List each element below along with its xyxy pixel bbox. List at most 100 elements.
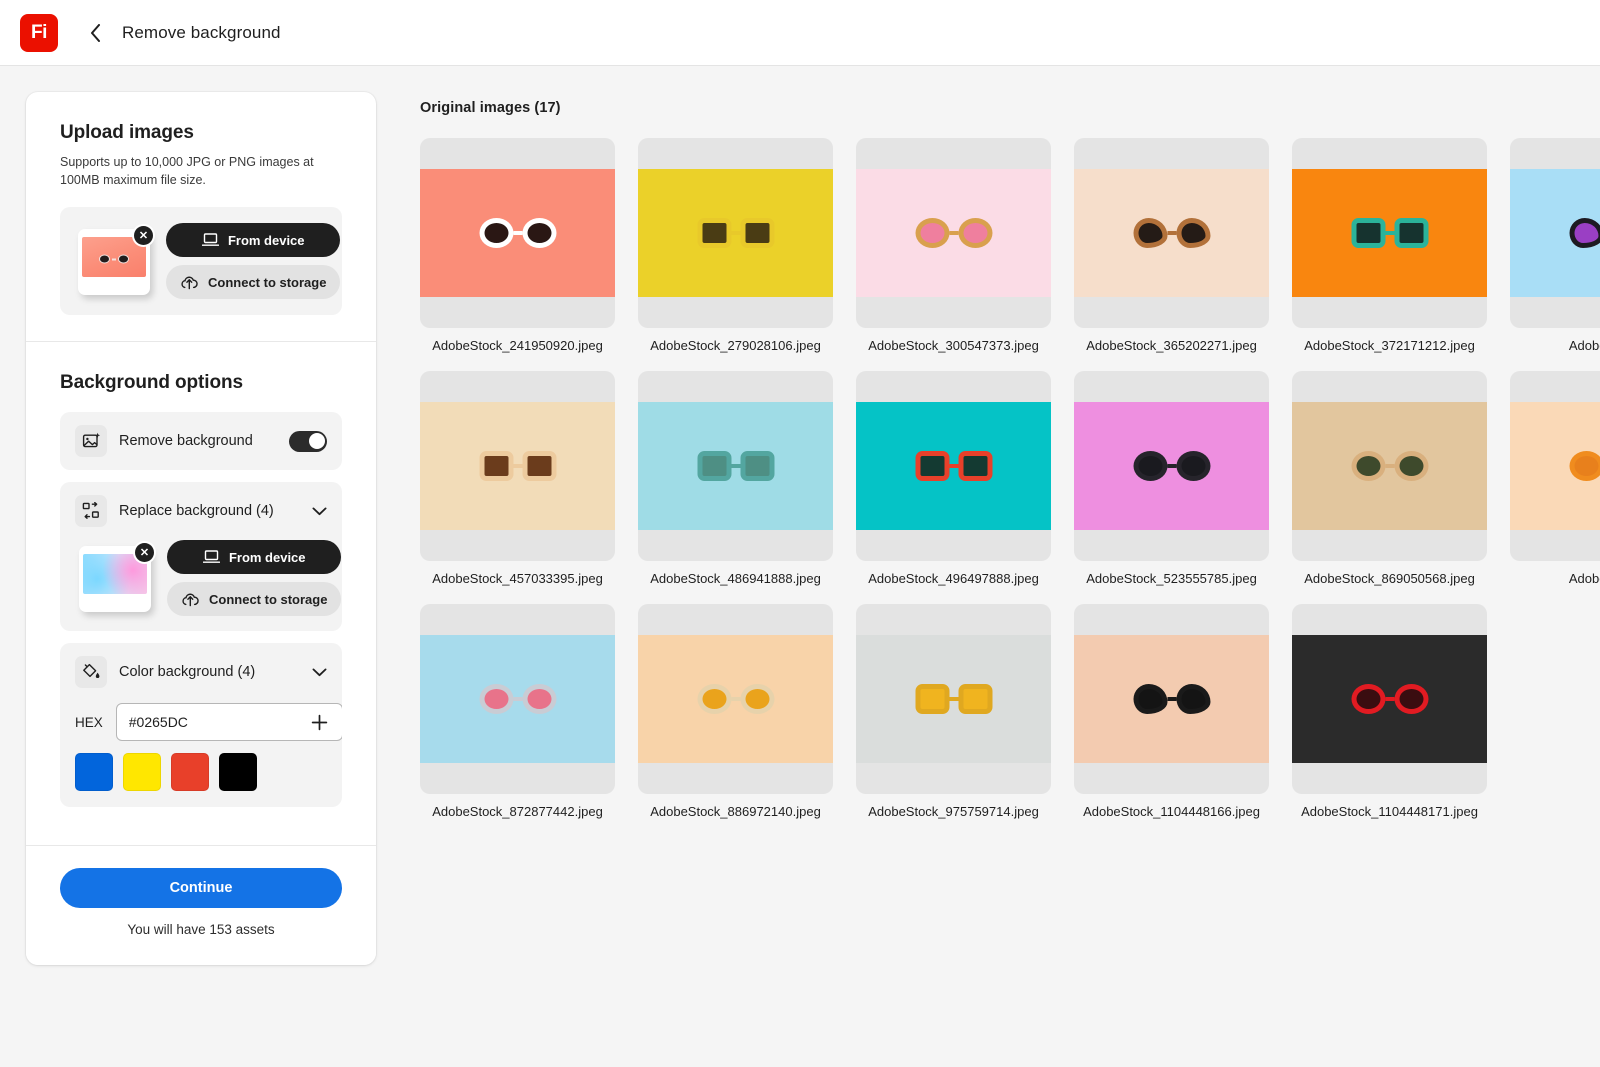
color-background-collapse-button[interactable]	[312, 668, 327, 677]
remove-background-label: Remove background	[119, 433, 277, 449]
gallery-item[interactable]: AdobeStock_457033395.jpeg	[420, 371, 615, 586]
sunglasses-icon	[1133, 218, 1210, 248]
chevron-down-icon	[312, 668, 327, 677]
gallery-item-filename: AdobeStock_	[1510, 571, 1600, 586]
upload-dropzone[interactable]: ✕ From device	[60, 207, 342, 315]
gallery-item-thumbnail[interactable]	[1292, 371, 1487, 561]
gallery-item[interactable]: AdobeStock_372171212.jpeg	[1292, 138, 1487, 353]
replace-background-option: Replace background (4) ✕	[60, 482, 342, 631]
gallery-item-thumbnail[interactable]	[856, 138, 1051, 328]
sidebar-footer: Continue You will have 153 assets	[26, 845, 376, 965]
gallery-item[interactable]: AdobeStock_1104448166.jpeg	[1074, 604, 1269, 819]
upload-section-title: Upload images	[60, 122, 342, 144]
gallery-item[interactable]: AdobeStock_	[1510, 371, 1600, 586]
gallery-item-thumbnail[interactable]	[1292, 604, 1487, 794]
paint-bucket-icon	[75, 656, 107, 688]
gallery-item-filename: AdobeStock_279028106.jpeg	[638, 338, 833, 353]
gallery-item[interactable]: AdobeStock_523555785.jpeg	[1074, 371, 1269, 586]
upload-section-description: Supports up to 10,000 JPG or PNG images …	[60, 153, 342, 189]
color-swatch-yellow[interactable]	[123, 753, 161, 791]
gallery-item-image	[1074, 169, 1269, 297]
color-swatch-black[interactable]	[219, 753, 257, 791]
replace-connect-storage-label: Connect to storage	[209, 592, 327, 607]
gallery-item[interactable]: AdobeStock_	[1510, 138, 1600, 353]
gallery-item-filename: AdobeStock_1104448166.jpeg	[1074, 804, 1269, 819]
replace-background-row[interactable]: Replace background (4)	[60, 482, 342, 540]
replace-background-thumbnail: ✕	[75, 542, 153, 614]
gallery-item-filename: AdobeStock_872877442.jpeg	[420, 804, 615, 819]
gallery-item-thumbnail[interactable]	[1510, 371, 1600, 561]
connect-to-storage-button[interactable]: Connect to storage	[166, 265, 340, 299]
gallery-item[interactable]: AdobeStock_486941888.jpeg	[638, 371, 833, 586]
gallery-item-thumbnail[interactable]	[420, 371, 615, 561]
color-swatch-blue[interactable]	[75, 753, 113, 791]
sunglasses-icon	[479, 218, 556, 248]
continue-button[interactable]: Continue	[60, 868, 342, 908]
upload-thumbnail-image	[82, 237, 146, 277]
upload-from-device-label: From device	[228, 233, 305, 248]
gallery-item-image	[420, 402, 615, 530]
gallery-item-thumbnail[interactable]	[420, 604, 615, 794]
upload-thumbnail: ✕	[74, 225, 152, 297]
gallery-item[interactable]: AdobeStock_241950920.jpeg	[420, 138, 615, 353]
upload-from-device-button[interactable]: From device	[166, 223, 340, 257]
hex-input-wrapper[interactable]	[116, 703, 342, 741]
page-body: Upload images Supports up to 10,000 JPG …	[0, 66, 1600, 1067]
remove-replace-thumbnail-button[interactable]: ✕	[135, 543, 154, 562]
gallery-item-thumbnail[interactable]	[1074, 371, 1269, 561]
gallery-panel: Original images (17) AdobeStock_24195092…	[376, 66, 1600, 1067]
gallery-item[interactable]: AdobeStock_872877442.jpeg	[420, 604, 615, 819]
color-swatch-red[interactable]	[171, 753, 209, 791]
sunglasses-icon	[1133, 451, 1210, 481]
gallery-item[interactable]: AdobeStock_869050568.jpeg	[1292, 371, 1487, 586]
image-grid: AdobeStock_241950920.jpeg AdobeStock_2790…	[420, 138, 1600, 819]
gallery-item-thumbnail[interactable]	[638, 371, 833, 561]
swap-shapes-icon	[75, 495, 107, 527]
gallery-item[interactable]: AdobeStock_279028106.jpeg	[638, 138, 833, 353]
laptop-icon	[203, 550, 220, 564]
gallery-item[interactable]: AdobeStock_300547373.jpeg	[856, 138, 1051, 353]
gallery-item-thumbnail[interactable]	[638, 604, 833, 794]
replace-background-actions: From device Connect to storage	[167, 540, 341, 616]
remove-background-toggle[interactable]	[289, 431, 327, 452]
gallery-item-filename: AdobeStock_523555785.jpeg	[1074, 571, 1269, 586]
replace-from-device-button[interactable]: From device	[167, 540, 341, 574]
gallery-item-filename: AdobeStock_1104448171.jpeg	[1292, 804, 1487, 819]
sunglasses-icon	[479, 451, 556, 481]
remove-upload-thumbnail-button[interactable]: ✕	[134, 226, 153, 245]
gallery-item-thumbnail[interactable]	[1074, 604, 1269, 794]
gallery-item-thumbnail[interactable]	[1074, 138, 1269, 328]
remove-background-row[interactable]: Remove background	[60, 412, 342, 470]
replace-background-dropzone[interactable]: ✕ From device	[75, 540, 327, 616]
connect-to-storage-label: Connect to storage	[208, 275, 326, 290]
hex-input[interactable]	[129, 714, 310, 730]
add-color-button[interactable]	[310, 712, 330, 732]
replace-connect-storage-button[interactable]: Connect to storage	[167, 582, 341, 616]
gallery-item-thumbnail[interactable]	[638, 138, 833, 328]
gallery-item-filename: AdobeStock_300547373.jpeg	[856, 338, 1051, 353]
gallery-item-thumbnail[interactable]	[1292, 138, 1487, 328]
gallery-item[interactable]: AdobeStock_1104448171.jpeg	[1292, 604, 1487, 819]
color-background-row[interactable]: Color background (4)	[60, 643, 342, 701]
gallery-item[interactable]: AdobeStock_496497888.jpeg	[856, 371, 1051, 586]
back-button[interactable]	[82, 20, 108, 46]
color-background-option: Color background (4) HEX	[60, 643, 342, 807]
gallery-item-thumbnail[interactable]	[856, 371, 1051, 561]
replace-background-label: Replace background (4)	[119, 503, 300, 519]
gallery-item-thumbnail[interactable]	[856, 604, 1051, 794]
firefly-logo: Fi	[20, 14, 58, 52]
gallery-item[interactable]: AdobeStock_365202271.jpeg	[1074, 138, 1269, 353]
background-options-section: Background options Remove bac	[26, 342, 376, 845]
gallery-item-thumbnail[interactable]	[420, 138, 615, 328]
gallery-item-filename: AdobeStock_241950920.jpeg	[420, 338, 615, 353]
logo-text: Fi	[31, 22, 47, 44]
gallery-item[interactable]: AdobeStock_975759714.jpeg	[856, 604, 1051, 819]
gallery-item-filename: AdobeStock_975759714.jpeg	[856, 804, 1051, 819]
sunglasses-icon	[99, 255, 129, 264]
gallery-item-thumbnail[interactable]	[1510, 138, 1600, 328]
replace-background-collapse-button[interactable]	[312, 507, 327, 516]
gallery-item-image	[1292, 169, 1487, 297]
gallery-item[interactable]: AdobeStock_886972140.jpeg	[638, 604, 833, 819]
hex-input-row: HEX	[60, 701, 342, 753]
plus-icon	[311, 714, 328, 731]
